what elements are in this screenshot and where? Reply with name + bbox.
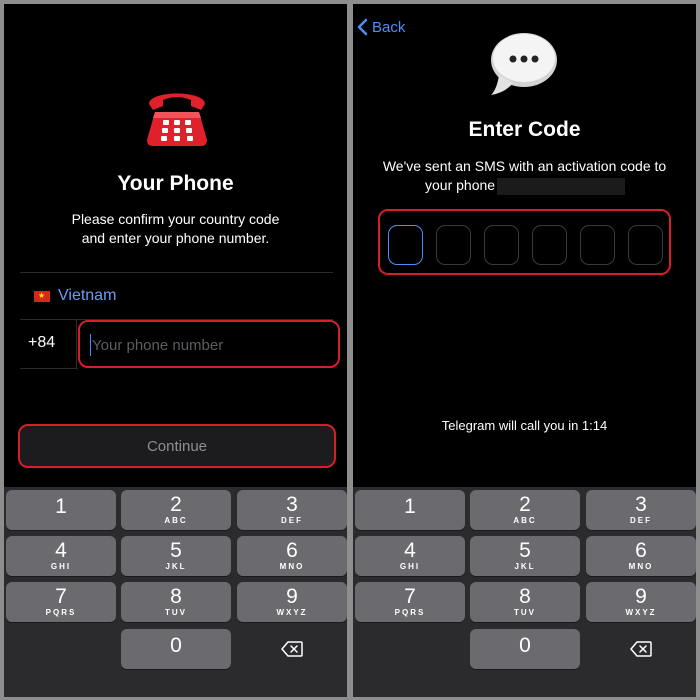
sms-line-2: your phone xyxy=(425,176,626,195)
code-digit-5[interactable] xyxy=(580,225,615,265)
telephone-icon xyxy=(147,93,207,146)
divider xyxy=(20,368,78,369)
key-8[interactable]: 8 TUV xyxy=(470,582,580,622)
key-7[interactable]: 7 PQRS xyxy=(6,582,116,622)
numeric-keypad: 1 2 ABC 3 DEF 4 GHI 5 JKL 6 MNO 7 PQRS 8 TUV 9W… xyxy=(4,487,347,697)
sms-line-2-text: your phone xyxy=(425,177,496,193)
key-0[interactable]: 0 xyxy=(121,629,231,669)
enter-code-screen: Back Enter Code We've sent an SMS with a… xyxy=(353,4,696,697)
country-code[interactable]: +84 xyxy=(28,334,55,352)
continue-button[interactable]: Continue xyxy=(18,424,336,468)
key-blank xyxy=(355,629,465,669)
code-digit-1[interactable] xyxy=(388,225,423,265)
country-name: Vietnam xyxy=(58,287,117,304)
key-3[interactable]: 3 DEF xyxy=(586,490,696,530)
key-7[interactable]: 7 PQRS xyxy=(355,582,465,622)
backspace-icon xyxy=(630,641,652,657)
code-digit-6[interactable] xyxy=(628,225,663,265)
code-input-highlight xyxy=(378,209,671,275)
backspace-icon xyxy=(281,641,303,657)
page-title: Your Phone xyxy=(117,172,234,195)
back-label: Back xyxy=(372,18,406,36)
key-2[interactable]: 2 ABC xyxy=(121,490,231,530)
key-5[interactable]: 5 JKL xyxy=(121,536,231,576)
code-digit-3[interactable] xyxy=(484,225,519,265)
sms-line-1: We've sent an SMS with an activation cod… xyxy=(382,158,667,174)
key-4[interactable]: 4 GHI xyxy=(6,536,116,576)
screenshot-frame: Your Phone Please confirm your country c… xyxy=(0,0,700,700)
key-5[interactable]: 5 JKL xyxy=(470,536,580,576)
phone-entry-screen: Your Phone Please confirm your country c… xyxy=(4,4,347,697)
code-digit-2[interactable] xyxy=(436,225,471,265)
field-separator xyxy=(76,320,77,368)
code-digit-4[interactable] xyxy=(532,225,567,265)
delete-key[interactable] xyxy=(586,629,696,669)
subtitle-line-1: Please confirm your country code xyxy=(71,211,280,227)
key-1[interactable]: 1 xyxy=(355,490,465,530)
back-button[interactable]: Back xyxy=(357,18,405,36)
key-8[interactable]: 8 TUV xyxy=(121,582,231,622)
key-3[interactable]: 3 DEF xyxy=(237,490,347,530)
key-9[interactable]: 9 WXYZ xyxy=(237,582,347,622)
speech-bubble-icon xyxy=(491,33,557,95)
subtitle-line-2: and enter your phone number. xyxy=(81,230,270,246)
redacted-phone-number xyxy=(497,177,626,195)
chevron-left-icon xyxy=(357,18,368,36)
numeric-keypad: 1 2 ABC 3 DEF 4 GHI 5 JKL 6 MNO 7 PQRS 8 TUV 9W… xyxy=(353,487,696,697)
key-blank xyxy=(6,629,116,669)
key-6[interactable]: 6 MNO xyxy=(237,536,347,576)
page-title: Enter Code xyxy=(468,118,581,141)
key-6[interactable]: 6 MNO xyxy=(586,536,696,576)
country-selector[interactable]: Vietnam xyxy=(34,287,116,305)
phone-number-input[interactable] xyxy=(90,334,320,356)
key-0[interactable]: 0 xyxy=(470,629,580,669)
call-countdown: Telegram will call you in 1:14 xyxy=(441,418,608,433)
delete-key[interactable] xyxy=(237,629,347,669)
divider xyxy=(20,272,333,273)
key-2[interactable]: 2 ABC xyxy=(470,490,580,530)
key-9[interactable]: 9 WXYZ xyxy=(586,582,696,622)
key-4[interactable]: 4 GHI xyxy=(355,536,465,576)
phone-field-highlight xyxy=(78,320,340,368)
key-1[interactable]: 1 xyxy=(6,490,116,530)
vietnam-flag-icon xyxy=(34,290,50,302)
